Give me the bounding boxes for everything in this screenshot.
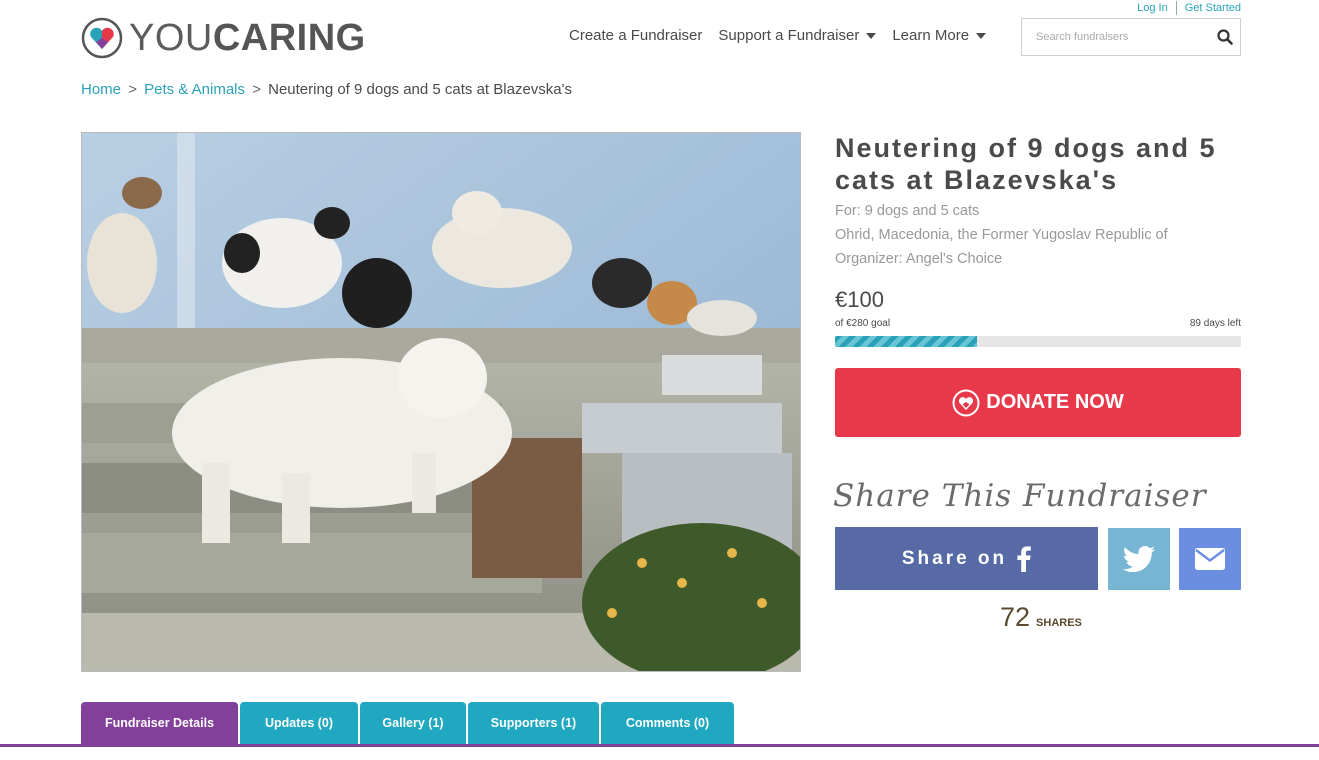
link-divider: [1175, 1, 1177, 15]
dogs-photo-image: [82, 133, 800, 671]
twitter-icon: [1123, 546, 1155, 572]
tab-comments[interactable]: Comments (0): [601, 702, 734, 744]
youcaring-logo[interactable]: YOUCARING: [81, 17, 366, 59]
share-count-number: 72: [1000, 602, 1031, 632]
search-input[interactable]: [1022, 19, 1210, 55]
nav-support-fundraiser[interactable]: Support a Fundraiser: [718, 27, 877, 44]
nav-create-fundraiser[interactable]: Create a Fundraiser: [569, 27, 702, 44]
search-box: [1021, 18, 1241, 56]
share-twitter-button[interactable]: [1108, 528, 1170, 590]
tab-gallery[interactable]: Gallery (1): [360, 702, 466, 744]
tab-label: Fundraiser Details: [104, 716, 215, 730]
share-facebook-label: Share on: [901, 547, 1008, 569]
breadcrumb-category[interactable]: Pets & Animals: [144, 81, 245, 98]
share-email-button[interactable]: [1179, 528, 1241, 590]
main-nav: Create a Fundraiser Support a Fundraiser…: [569, 27, 1002, 44]
logo-text-light: YOU: [129, 17, 213, 59]
fundraiser-photo[interactable]: [81, 132, 801, 672]
tabs-underline: [0, 744, 1319, 747]
logo-text-bold: CARING: [212, 17, 366, 59]
tab-fundraiser-details[interactable]: Fundraiser Details: [81, 702, 238, 744]
share-heading: Share This Fundraiser: [833, 478, 1207, 514]
envelope-icon: [1195, 548, 1225, 570]
login-link[interactable]: Log In: [1137, 2, 1168, 14]
fundraiser-organizer: Organizer: Angel's Choice: [835, 251, 1003, 267]
share-count-label: SHARES: [1036, 617, 1082, 629]
breadcrumb: Home > Pets & Animals > Neutering of 9 d…: [81, 81, 572, 98]
caret-down-icon: [976, 32, 987, 39]
breadcrumb-separator: >: [128, 81, 137, 98]
breadcrumb-home[interactable]: Home: [81, 81, 121, 98]
amount-raised: €100: [835, 287, 884, 312]
logo-wordmark: YOUCARING: [129, 17, 366, 59]
search-icon[interactable]: [1210, 29, 1240, 45]
nav-item-label: Learn More: [892, 27, 970, 44]
get-started-link[interactable]: Get Started: [1185, 2, 1241, 14]
days-left: 89 days left: [1189, 318, 1241, 329]
fundraiser-location: Ohrid, Macedonia, the Former Yugoslav Re…: [835, 227, 1168, 243]
tab-label: Comments (0): [625, 716, 710, 730]
donate-button[interactable]: DONATE NOW: [835, 368, 1241, 437]
fundraiser-title: Neutering of 9 dogs and 5 cats at Blazev…: [835, 133, 1217, 195]
tab-updates[interactable]: Updates (0): [240, 702, 358, 744]
goal-amount: of €280 goal: [835, 318, 891, 329]
nav-learn-more[interactable]: Learn More: [892, 27, 987, 44]
caret-down-icon: [866, 32, 877, 39]
facebook-icon: [1017, 545, 1031, 572]
nav-item-label: Create a Fundraiser: [569, 27, 703, 44]
nav-item-label: Support a Fundraiser: [718, 27, 860, 44]
share-facebook-button[interactable]: Share on: [835, 527, 1098, 590]
fundraiser-tabs: Fundraiser Details Updates (0) Gallery (…: [81, 702, 736, 744]
share-count: 72 SHARES: [1000, 602, 1082, 633]
progress-bar-fill: [835, 336, 978, 347]
fundraiser-meta: For: 9 dogs and 5 cats Ohrid, Macedonia,…: [835, 199, 1168, 271]
tab-label: Supporters (1): [490, 716, 577, 730]
tab-label: Updates (0): [264, 716, 334, 730]
breadcrumb-separator: >: [252, 81, 261, 98]
tab-label: Gallery (1): [382, 716, 444, 730]
progress-bar: [835, 336, 1241, 347]
account-links: Log In Get Started: [1137, 1, 1241, 15]
fundraiser-beneficiary: For: 9 dogs and 5 cats: [835, 203, 980, 219]
heart-circle-icon: [952, 389, 980, 417]
donate-button-label: DONATE NOW: [986, 391, 1124, 413]
heart-logo-icon: [81, 17, 123, 59]
tab-supporters[interactable]: Supporters (1): [468, 702, 599, 744]
breadcrumb-current: Neutering of 9 dogs and 5 cats at Blazev…: [268, 81, 572, 98]
